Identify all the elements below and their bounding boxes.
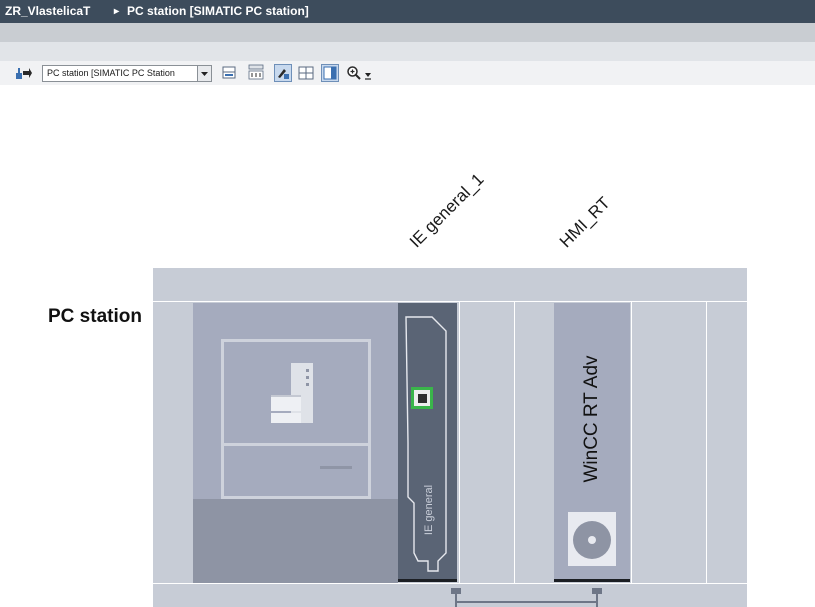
device-select-value: PC station [SIMATIC PC Station — [47, 68, 175, 78]
page-layout-icon[interactable] — [298, 65, 314, 81]
wincc-card-bottom — [554, 579, 630, 582]
zoom-icon[interactable] — [346, 65, 362, 81]
device-overview-icon[interactable] — [14, 65, 32, 81]
ethernet-port-icon[interactable] — [411, 387, 433, 409]
header-strip — [0, 42, 815, 61]
device-select[interactable]: PC station [SIMATIC PC Station — [42, 65, 212, 82]
chevron-down-icon[interactable] — [197, 66, 211, 81]
breadcrumb-device[interactable]: PC station [SIMATIC PC station] — [127, 0, 309, 23]
breadcrumb: ZR_VlastelicaT ▸ PC station [SIMATIC PC … — [0, 0, 815, 23]
pc-tower-light — [306, 376, 309, 379]
pc-screen-divider — [224, 443, 368, 446]
pc-tower-light — [306, 383, 309, 386]
pc-keyboard-icon — [271, 413, 301, 423]
pci-bracket-outline — [405, 316, 447, 572]
breadcrumb-separator: ▸ — [114, 6, 120, 17]
disc-icon — [568, 514, 616, 566]
rack-top-rail — [153, 301, 747, 302]
pc-drive-slot — [320, 466, 352, 469]
network-line — [455, 601, 598, 603]
slot-label-hmi-rt: HMI_RT — [555, 193, 614, 252]
pc-keyboard-icon — [271, 395, 301, 411]
grid-icon[interactable] — [321, 64, 339, 82]
rack-bottom-rail — [153, 583, 747, 584]
network-view-icon[interactable] — [221, 65, 237, 81]
show-modules-icon[interactable] — [274, 64, 292, 82]
zoom-dropdown-icon[interactable] — [363, 67, 373, 80]
slot-divider — [631, 302, 632, 583]
pc-tower-light — [306, 369, 309, 372]
slot-divider — [706, 302, 707, 583]
pc-station-module[interactable] — [193, 303, 398, 583]
rack-label: PC station — [48, 306, 142, 327]
slot-label-ie-general: IE general_1 — [405, 169, 488, 252]
slot-divider — [514, 302, 515, 583]
tab-strip — [0, 23, 815, 42]
ie-general-card-label: IE general — [423, 484, 435, 536]
breadcrumb-project[interactable]: ZR_VlastelicaT — [5, 0, 90, 23]
wincc-card-label: WinCC RT Adv — [581, 355, 602, 483]
slot-divider — [459, 302, 460, 583]
pc-screen-base — [193, 499, 398, 583]
wire-icon[interactable] — [247, 64, 265, 81]
